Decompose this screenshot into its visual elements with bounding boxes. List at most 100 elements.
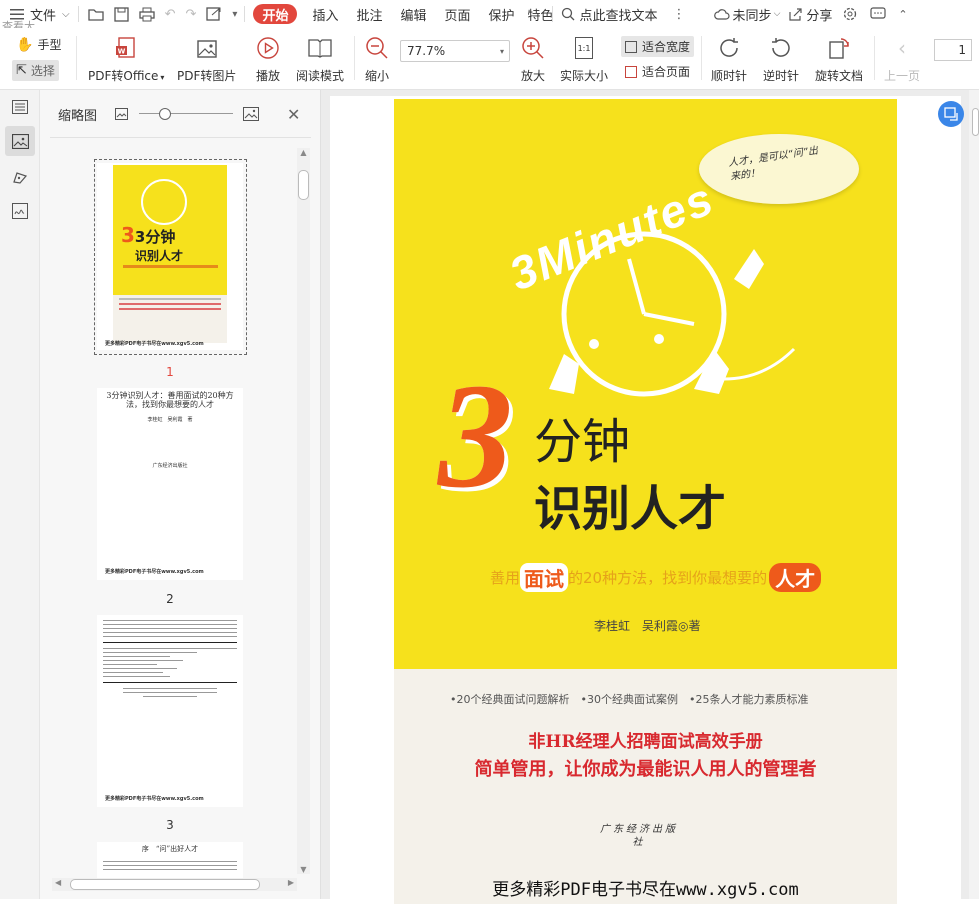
thumbnail-page-3[interactable]: 更多精彩PDF电子书尽在www.xgv5.com — [97, 615, 243, 807]
fit-width-icon — [625, 40, 637, 53]
zoom-in-icon — [522, 37, 544, 59]
undo-button[interactable]: ↶ — [160, 0, 181, 28]
export-button[interactable] — [201, 0, 227, 28]
h-scroll-thumb[interactable] — [70, 879, 260, 890]
actual-size-button[interactable]: 1:1 实际大小 — [560, 35, 608, 84]
left-sidebar — [0, 90, 40, 899]
rotate-document-button[interactable]: 旋转文档 — [815, 35, 863, 84]
thumbnail-page-1[interactable]: 33分钟 识别人才 更多精彩PDF电子书尽在www.xgv5.com — [97, 163, 243, 350]
thumbnail-page-number-3: 3 — [166, 818, 174, 832]
fit-width-label: 适合宽度 — [642, 40, 691, 54]
thumbnail-page-4[interactable]: 序 “问”出好人才 — [97, 842, 243, 882]
thumbnail-size-slider[interactable] — [139, 108, 234, 120]
tab-feature[interactable]: 特色 — [524, 0, 552, 28]
tab-annotate[interactable]: 批注 — [347, 0, 391, 28]
tab-feature-label: 特色 — [527, 8, 552, 24]
image-export-icon — [196, 40, 217, 58]
thumbnail-page-2[interactable]: 3分钟识别人才：善用面试的20种方法，找到你最想要的人才 李桂虹 吴利霞 著 广… — [97, 388, 243, 580]
bookmark-panel-button[interactable] — [5, 92, 35, 122]
tab-protect[interactable]: 保护 — [480, 0, 524, 28]
cover-authors: 李桂虹 吴利霞◎著 — [594, 619, 701, 633]
rotate-clockwise-button[interactable]: 顺时针 — [711, 35, 747, 84]
fit-width-button[interactable]: 适合宽度 — [621, 36, 695, 57]
signature-icon — [12, 203, 28, 219]
share-button[interactable]: 分享 — [784, 0, 836, 28]
hand-label: 手型 — [37, 38, 62, 52]
open-button[interactable] — [83, 0, 109, 28]
rotate-counterclockwise-button[interactable]: 逆时针 — [763, 35, 799, 84]
floating-tool-button[interactable] — [938, 101, 964, 127]
close-icon[interactable]: ✕ — [287, 105, 300, 124]
svg-text:W: W — [118, 48, 126, 56]
read-mode-button[interactable]: 阅读模式 — [296, 35, 344, 84]
zoom-in-button[interactable]: 放大 — [520, 35, 546, 84]
cursor-arrow-icon: ⇱ — [16, 63, 27, 78]
save-icon — [113, 6, 129, 22]
pdf-to-image-button[interactable]: PDF转图片 — [177, 35, 236, 84]
pdf-office-icon: W — [116, 37, 135, 58]
scroll-thumb[interactable] — [298, 170, 309, 200]
fit-page-icon — [625, 65, 637, 78]
message-button[interactable] — [864, 0, 892, 28]
zoom-out-button[interactable]: 缩小 — [364, 35, 390, 84]
rotate-document-icon — [829, 38, 849, 59]
menu-icon — [10, 9, 24, 20]
collapse-ribbon-button[interactable]: ⌃ — [892, 0, 913, 28]
sync-button[interactable]: 未同步 ⌵ — [710, 0, 785, 28]
title-line-1: 分钟 — [534, 414, 631, 470]
more-options[interactable]: ⋮ — [669, 0, 690, 28]
chevron-down-icon: ⌵ — [773, 9, 781, 19]
prev-page-button[interactable]: ‹ 上一页 — [884, 35, 920, 84]
select-tool[interactable]: ⇱ 选择 — [12, 60, 59, 81]
zoom-out-label: 缩小 — [364, 69, 389, 83]
actual-size-icon: 1:1 — [575, 37, 593, 59]
rotate-document-label: 旋转文档 — [815, 69, 864, 83]
zoom-out-icon — [366, 37, 388, 59]
cloud-icon — [713, 9, 730, 20]
tab-page[interactable]: 页面 — [436, 0, 480, 28]
tab-edit[interactable]: 编辑 — [392, 0, 436, 28]
title-line-2: 识别人才 — [534, 481, 727, 537]
redo-button[interactable]: ↷ — [181, 0, 202, 28]
save-button[interactable] — [109, 0, 134, 28]
play-button[interactable]: 播放 — [255, 35, 281, 84]
document-view[interactable]: 人才，是可以“问”出来的！ 3Minutes 3 分钟 识别人才 善用 面试 的… — [321, 90, 979, 916]
book-cover: 人才，是可以“问”出来的！ 3Minutes 3 分钟 识别人才 善用 面试 的… — [394, 99, 897, 669]
annotation-panel-button[interactable] — [5, 162, 35, 192]
list-icon — [12, 100, 28, 114]
printer-icon — [138, 7, 155, 21]
document-vertical-scrollbar[interactable] — [969, 90, 979, 899]
play-label: 播放 — [255, 69, 280, 83]
share-label: 分享 — [806, 8, 833, 24]
doc-scroll-thumb[interactable] — [972, 108, 979, 136]
thumbnail-panel: 缩略图 ✕ 33分钟 识别人才 更多精彩PDF电子书尽在www.xgv5.com… — [40, 90, 321, 899]
pdf-to-office-button[interactable]: W PDF转Office ▾ — [88, 35, 164, 84]
hand-tool[interactable]: ✋ 手型 — [16, 36, 61, 53]
share-icon — [789, 8, 802, 21]
fit-page-button[interactable]: 适合页面 — [625, 63, 690, 80]
chat-icon — [870, 7, 887, 19]
gear-icon — [844, 7, 857, 21]
thumbnail-horizontal-scrollbar[interactable]: ◀ ▶ — [52, 878, 297, 891]
more-quick-tools[interactable]: ▾ — [227, 0, 242, 28]
search-box[interactable]: 点此查找文本 — [557, 0, 669, 28]
menu-bar: 文件 ⌵ ↶ ↷ ▾ 开始 插入 批注 编辑 页面 保护 特色 点此查找文本 ⋮… — [0, 0, 979, 28]
slider-handle[interactable] — [159, 108, 172, 120]
signature-panel-button[interactable] — [5, 196, 35, 226]
print-button[interactable] — [134, 0, 160, 28]
tab-insert[interactable]: 插入 — [303, 0, 347, 28]
folder-icon — [87, 9, 104, 21]
thumbnail-page-number-2: 2 — [166, 592, 174, 606]
search-icon — [561, 7, 575, 21]
publisher-logo: 广东经济出版社 — [600, 824, 678, 848]
settings-button[interactable] — [836, 0, 864, 28]
zoom-select[interactable]: 77.7% ▾ — [400, 40, 510, 62]
thumbnail-vertical-scrollbar[interactable]: ▲ ▼ — [297, 148, 310, 874]
thumbnail-panel-button[interactable] — [5, 126, 35, 156]
thumbnail-page-number-1: 1 — [166, 365, 174, 379]
thumb2-publisher: 广东经济出版社 — [152, 463, 188, 469]
thumb2-authors: 李桂虹 吴利霞 著 — [147, 417, 193, 423]
tab-start[interactable]: 开始 — [253, 4, 298, 24]
cover-features: •20个经典面试问题解析 •30个经典面试案例 •25条人才能力素质标准 — [450, 693, 809, 706]
page-number-input[interactable]: 1 — [934, 39, 972, 61]
